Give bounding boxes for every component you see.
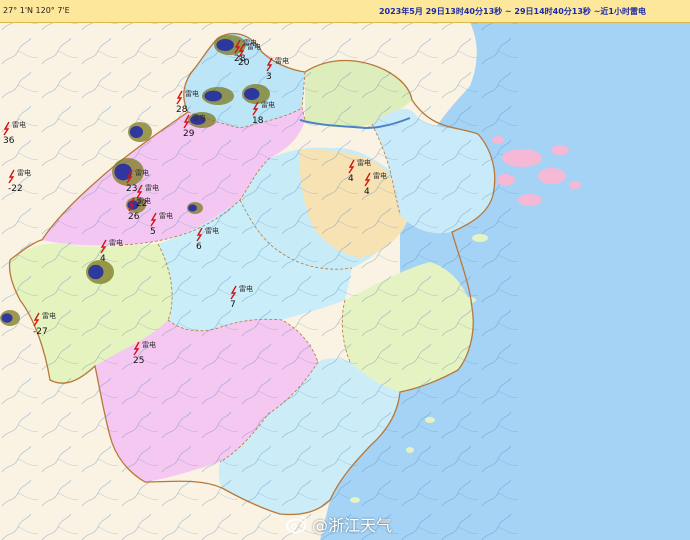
cursor-coordinates: 27° 1'N 120° 7'E bbox=[3, 6, 70, 15]
strike-value-label: 6 bbox=[196, 242, 202, 252]
strike-type-label: 雷电 bbox=[109, 238, 123, 247]
time-range-label: 2023年5月 29日13时40分13秒 ~ 29日14时40分13秒 ~近1小… bbox=[378, 7, 646, 16]
strike-value-label: 5 bbox=[150, 227, 156, 237]
strike-value-label: 36 bbox=[3, 136, 15, 146]
watermark: @浙江天气 bbox=[285, 512, 392, 536]
strike-value-label: 23 bbox=[126, 184, 137, 194]
strike-type-label: 雷电 bbox=[135, 168, 149, 177]
strike-type-label: 雷电 bbox=[185, 89, 199, 98]
strike-type-label: 雷电 bbox=[205, 226, 219, 235]
strike-type-label: 雷电 bbox=[17, 168, 31, 177]
strike-value-label: 4 bbox=[100, 254, 106, 264]
strike-value-label: 18 bbox=[252, 116, 264, 126]
strike-cluster-core bbox=[129, 126, 143, 138]
strike-cluster-core bbox=[1, 313, 13, 323]
strike-type-label: 雷电 bbox=[261, 100, 275, 109]
strike-type-label: 雷电 bbox=[145, 183, 159, 192]
strike-value-label: -27 bbox=[33, 327, 48, 337]
strike-value-label: 20 bbox=[238, 58, 250, 68]
watermark-text: @浙江天气 bbox=[312, 516, 393, 535]
strike-type-label: 雷电 bbox=[159, 211, 173, 220]
strike-cluster-core bbox=[188, 204, 198, 212]
strike-cluster-core bbox=[244, 88, 260, 100]
strike-type-label: 雷电 bbox=[239, 284, 253, 293]
zhejiang-lightning-map[interactable]: 雷电28雷电28雷电3雷电18雷电29雷电20雷电23 雷电22雷电-22雷电26… bbox=[0, 0, 690, 540]
strike-type-label: 雷电 bbox=[42, 311, 56, 320]
strike-type-label: 雷电 bbox=[275, 56, 289, 65]
strike-value-label: 29 bbox=[183, 129, 195, 139]
strike-type-label: 雷电 bbox=[137, 196, 151, 205]
strike-type-label: 雷电 bbox=[12, 120, 26, 129]
strike-value-label: 28 bbox=[176, 105, 188, 115]
map-viewer[interactable]: 雷电 28 雷电 28 雷电 3 雷电 18 雷电 29 雷电 20 雷电 23 雷电 22 雷电 -22 雷电 26… bbox=[0, 0, 690, 540]
strike-value-label: 4 bbox=[348, 174, 354, 184]
strike-value-label: 7 bbox=[230, 300, 236, 310]
strike-type-label: 雷电 bbox=[247, 42, 261, 51]
strike-cluster-core bbox=[204, 90, 222, 102]
strike-value-label: 25 bbox=[133, 356, 144, 366]
strike-cluster-core bbox=[114, 163, 132, 181]
strike-value-label: 4 bbox=[364, 187, 370, 197]
strike-type-label: 雷电 bbox=[357, 158, 371, 167]
strike-value-label: -22 bbox=[8, 184, 23, 194]
strike-value-label: 3 bbox=[266, 72, 272, 82]
strike-value-label: 26 bbox=[128, 212, 140, 222]
strike-type-label: 雷电 bbox=[142, 340, 156, 349]
strike-cluster-core bbox=[88, 264, 104, 280]
strike-type-label: 雷电 bbox=[192, 113, 206, 122]
strike-type-label: 雷电 bbox=[373, 171, 387, 180]
strike-cluster-core bbox=[216, 39, 234, 51]
info-bar: 27° 1'N 120° 7'E 2023年5月 29日13时40分13秒 ~ … bbox=[0, 0, 690, 23]
weibo-logo-icon bbox=[286, 516, 307, 534]
